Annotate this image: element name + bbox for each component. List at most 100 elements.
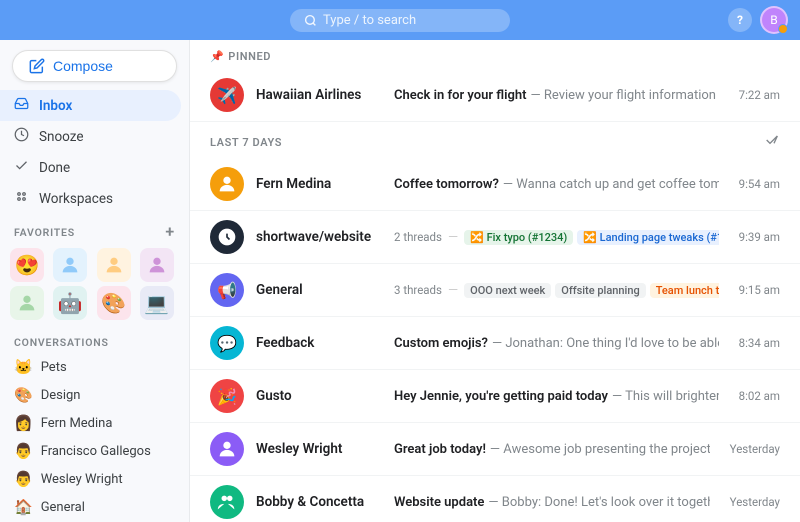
wesley-avatar	[210, 432, 244, 466]
email-row-wesley[interactable]: Wesley Wright Great job today! — Awesome…	[190, 423, 800, 476]
tag-ooo: OOO next week	[464, 283, 551, 298]
favorite-item[interactable]	[97, 248, 131, 282]
email-preview: Great job today! — Awesome job presentin…	[394, 442, 710, 457]
email-preview: Website update — Bobby: Done! Let's look…	[394, 495, 710, 510]
conv-label-francisco: Francisco Gallegos	[41, 444, 151, 459]
email-row-fern[interactable]: Fern Medina Coffee tomorrow? — Wanna cat…	[190, 158, 800, 211]
email-sender: Feedback	[256, 335, 386, 351]
email-main: Gusto Hey Jennie, you're getting paid to…	[256, 388, 719, 404]
favorite-item[interactable]	[10, 286, 44, 320]
email-row-bobby-concetta[interactable]: Bobby & Concetta Website update — Bobby:…	[190, 476, 800, 522]
compose-label: Compose	[53, 58, 113, 74]
search-placeholder: Type / to search	[323, 13, 416, 28]
email-time: Yesterday	[730, 495, 780, 509]
favorite-item[interactable]: 💻	[140, 286, 174, 320]
conv-item-francisco[interactable]: 👨 Francisco Gallegos	[0, 437, 189, 465]
email-snippet: — This will brighten your da...	[612, 389, 719, 404]
sidebar-item-snooze[interactable]: Snooze	[0, 121, 181, 152]
email-subject: Check in for your flight	[394, 88, 527, 103]
favorite-item[interactable]: 😍	[10, 248, 44, 282]
email-time: 9:39 am	[739, 230, 780, 244]
help-button[interactable]: ?	[728, 8, 752, 32]
email-subject: Website update	[394, 495, 484, 510]
email-snippet: — Bobby: Done! Let's look over it togeth…	[488, 495, 709, 510]
sidebar-item-inbox[interactable]: Inbox	[0, 90, 181, 121]
email-main: Bobby & Concetta Website update — Bobby:…	[256, 494, 710, 510]
tag-landing: 🔀 Landing page tweaks (#1235)	[577, 230, 718, 245]
email-main: Fern Medina Coffee tomorrow? — Wanna cat…	[256, 176, 719, 192]
email-subject: Custom emojis?	[394, 336, 488, 351]
main-layout: Compose Inbox Snooze	[0, 40, 800, 522]
done-label: Done	[39, 160, 70, 176]
topbar-right: ? B	[728, 6, 788, 34]
snooze-label: Snooze	[39, 129, 84, 145]
email-sender: shortwave/website	[256, 229, 386, 245]
tag-lunch: Team lunch today!	[650, 283, 719, 298]
favorite-item[interactable]	[140, 248, 174, 282]
fern-avatar	[210, 167, 244, 201]
favorites-label: FAVORITES	[14, 226, 75, 239]
email-row-shortwave[interactable]: shortwave/website 2 threads — 🔀 Fix typo…	[190, 211, 800, 264]
general-avatar: 📢	[210, 273, 244, 307]
avatar-badge	[778, 24, 788, 34]
pin-icon: 📌	[210, 50, 224, 63]
conv-item-general[interactable]: 🏠 General	[0, 493, 189, 521]
email-main: Wesley Wright Great job today! — Awesome…	[256, 441, 710, 457]
hawaiian-avatar: ✈️	[210, 78, 244, 112]
general-icon: 🏠	[14, 498, 33, 516]
compose-icon	[29, 58, 45, 74]
favorite-item[interactable]: 🎨	[97, 286, 131, 320]
conv-item-pets[interactable]: 🐱 Pets	[0, 353, 189, 381]
email-main: Feedback Custom emojis? — Jonathan: One …	[256, 335, 719, 351]
email-preview: 3 threads — OOO next week Offsite planni…	[394, 283, 719, 298]
last7days-section-label: LAST 7 DAYS	[190, 122, 800, 158]
email-preview: Hey Jennie, you're getting paid today — …	[394, 389, 719, 404]
conv-label-general: General	[41, 500, 85, 515]
email-time: 9:15 am	[739, 283, 780, 297]
search-bar[interactable]: Type / to search	[290, 9, 510, 32]
sidebar-item-workspaces[interactable]: Workspaces	[0, 183, 181, 214]
design-icon: 🎨	[14, 386, 33, 404]
conv-item-fern[interactable]: 👩 Fern Medina	[0, 409, 189, 437]
conv-item-wesley[interactable]: 👨 Wesley Wright	[0, 465, 189, 493]
conversations-section-header: CONVERSATIONS	[0, 326, 189, 353]
pinned-section-label: 📌 PINNED	[190, 40, 800, 69]
pinned-label: PINNED	[228, 50, 780, 63]
mark-all-read-button[interactable]	[764, 132, 780, 152]
favorite-item[interactable]	[53, 248, 87, 282]
email-row-gusto[interactable]: 🎉 Gusto Hey Jennie, you're getting paid …	[190, 370, 800, 423]
compose-button[interactable]: Compose	[12, 50, 177, 82]
feedback-avatar: 💬	[210, 326, 244, 360]
email-snippet: — Awesome job presenting the project at …	[490, 442, 710, 457]
email-subject: Hey Jennie, you're getting paid today	[394, 389, 608, 404]
avatar[interactable]: B	[760, 6, 788, 34]
thread-count: 3 threads	[394, 283, 442, 297]
email-time: 7:22 am	[739, 88, 780, 102]
email-row-feedback[interactable]: 💬 Feedback Custom emojis? — Jonathan: On…	[190, 317, 800, 370]
email-subject: Great job today!	[394, 442, 486, 457]
email-row-hawaiian[interactable]: ✈️ Hawaiian Airlines Check in for your f…	[190, 69, 800, 122]
sidebar-item-done[interactable]: Done	[0, 152, 181, 183]
gusto-avatar: 🎉	[210, 379, 244, 413]
favorites-section-header: FAVORITES +	[0, 214, 189, 244]
conversations-label: CONVERSATIONS	[14, 336, 109, 349]
email-row-general[interactable]: 📢 General 3 threads — OOO next week Offs…	[190, 264, 800, 317]
avatar-initials: B	[770, 13, 777, 27]
thread-count: 2 threads	[394, 230, 442, 244]
bobby-concetta-avatar	[210, 485, 244, 519]
workspaces-icon	[14, 189, 29, 208]
workspaces-label: Workspaces	[39, 191, 113, 207]
search-icon	[304, 14, 317, 27]
email-preview: Check in for your flight — Review your f…	[394, 88, 719, 103]
email-main: Hawaiian Airlines Check in for your flig…	[256, 87, 719, 103]
favorite-item[interactable]: 🤖	[53, 286, 87, 320]
email-sender: Gusto	[256, 388, 386, 404]
conv-label-wesley: Wesley Wright	[41, 472, 123, 487]
favorites-grid: 😍 🤖 🎨 💻	[0, 244, 189, 326]
sidebar: Compose Inbox Snooze	[0, 40, 190, 522]
add-favorite-button[interactable]: +	[165, 224, 175, 240]
email-list: 📌 PINNED ✈️ Hawaiian Airlines Check in f…	[190, 40, 800, 522]
email-time: 9:54 am	[739, 177, 780, 191]
inbox-icon	[14, 96, 29, 115]
conv-item-design[interactable]: 🎨 Design	[0, 381, 189, 409]
